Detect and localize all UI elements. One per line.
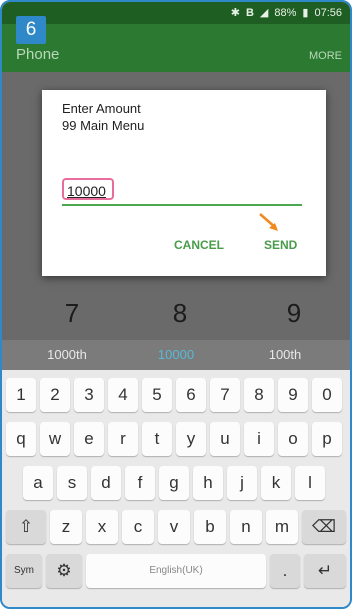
key-9[interactable]: 9 — [278, 378, 308, 412]
shift-icon: ⇧ — [18, 517, 34, 536]
key-a[interactable]: a — [23, 466, 53, 500]
battery-percent: 88% — [274, 6, 297, 19]
backspace-icon: ⌫ — [311, 517, 337, 536]
key-y[interactable]: y — [176, 422, 206, 456]
cancel-button[interactable]: CANCEL — [174, 238, 224, 252]
key-sym[interactable]: Sym — [6, 554, 42, 588]
key-t[interactable]: t — [142, 422, 172, 456]
key-h[interactable]: h — [193, 466, 223, 500]
dialog-title-line2: 99 Main Menu — [62, 118, 145, 133]
key-p[interactable]: p — [312, 422, 342, 456]
nfc-icon: B — [245, 6, 254, 19]
suggestion-middle[interactable]: 10000 — [121, 347, 231, 362]
enter-icon: ↵ — [317, 561, 333, 580]
key-n[interactable]: n — [230, 510, 262, 544]
keyboard: 1 2 3 4 5 6 7 8 9 0 q w e r t y u i o p … — [2, 370, 350, 607]
suggestion-right[interactable]: 100th — [230, 347, 340, 362]
key-x[interactable]: x — [86, 510, 118, 544]
key-0[interactable]: 0 — [312, 378, 342, 412]
key-space[interactable]: English(UK) — [86, 554, 266, 588]
clock: 07:56 — [314, 6, 342, 19]
bluetooth-icon: ✱ — [230, 7, 240, 19]
key-5[interactable]: 5 — [142, 378, 172, 412]
key-j[interactable]: j — [227, 466, 257, 500]
key-v[interactable]: v — [158, 510, 190, 544]
key-7[interactable]: 7 — [210, 378, 240, 412]
dialpad-key-9[interactable]: 9 — [264, 298, 324, 329]
key-s[interactable]: s — [57, 466, 87, 500]
keyboard-row-qwerty: q w e r t y u i o p — [2, 422, 350, 456]
keyboard-row-asdf: a s d f g h j k l — [2, 466, 350, 500]
dialog-title-line1: Enter Amount — [62, 101, 141, 116]
key-f[interactable]: f — [125, 466, 155, 500]
send-button[interactable]: SEND — [264, 238, 297, 252]
status-icons: ✱ B ◢ 88% ▮ 07:56 — [230, 6, 342, 20]
dialpad-key-7[interactable]: 7 — [42, 298, 102, 329]
gear-icon: ⚙ — [56, 561, 72, 580]
key-2[interactable]: 2 — [40, 378, 70, 412]
suggestion-left[interactable]: 1000th — [12, 347, 122, 362]
more-button[interactable]: MORE — [309, 50, 342, 62]
keyboard-row-numbers: 1 2 3 4 5 6 7 8 9 0 — [2, 378, 350, 412]
key-i[interactable]: i — [244, 422, 274, 456]
signal-icon: ◢ — [259, 7, 269, 19]
battery-icon: ▮ — [302, 7, 309, 19]
key-c[interactable]: c — [122, 510, 154, 544]
key-d[interactable]: d — [91, 466, 121, 500]
key-period[interactable]: . — [270, 554, 300, 588]
key-e[interactable]: e — [74, 422, 104, 456]
app-title: Phone — [16, 46, 60, 63]
dialog-message: Enter Amount 99 Main Menu — [62, 100, 144, 134]
key-backspace[interactable]: ⌫ — [302, 510, 346, 544]
key-k[interactable]: k — [261, 466, 291, 500]
key-b[interactable]: b — [194, 510, 226, 544]
app-bar: Phone MORE — [2, 24, 350, 72]
key-g[interactable]: g — [159, 466, 189, 500]
amount-input[interactable]: 10000 — [62, 178, 114, 200]
key-w[interactable]: w — [40, 422, 70, 456]
step-badge: 6 — [16, 16, 46, 44]
key-u[interactable]: u — [210, 422, 240, 456]
status-bar: ✱ B ◢ 88% ▮ 07:56 — [2, 2, 350, 24]
key-3[interactable]: 3 — [74, 378, 104, 412]
keyboard-row-bottom: Sym ⚙ English(UK) . ↵ — [2, 554, 350, 588]
dialpad-row: 7 8 9 — [2, 298, 350, 338]
key-4[interactable]: 4 — [108, 378, 138, 412]
input-underline — [62, 204, 302, 206]
enter-amount-dialog: Enter Amount 99 Main Menu 10000 CANCEL S… — [42, 90, 326, 276]
key-q[interactable]: q — [6, 422, 36, 456]
key-enter[interactable]: ↵ — [304, 554, 346, 588]
key-z[interactable]: z — [50, 510, 82, 544]
key-o[interactable]: o — [278, 422, 308, 456]
suggestion-bar: 1000th 10000 100th — [2, 340, 350, 370]
key-l[interactable]: l — [295, 466, 325, 500]
key-m[interactable]: m — [266, 510, 298, 544]
key-shift[interactable]: ⇧ — [6, 510, 46, 544]
pointer-arrow-icon — [259, 213, 278, 231]
key-r[interactable]: r — [108, 422, 138, 456]
key-6[interactable]: 6 — [176, 378, 206, 412]
key-8[interactable]: 8 — [244, 378, 274, 412]
phone-frame: ✱ B ◢ 88% ▮ 07:56 Phone MORE Enter Amoun… — [0, 0, 352, 609]
keyboard-row-zxcv: ⇧ z x c v b n m ⌫ — [2, 510, 350, 544]
dialpad-key-8[interactable]: 8 — [150, 298, 210, 329]
key-settings[interactable]: ⚙ — [46, 554, 82, 588]
key-1[interactable]: 1 — [6, 378, 36, 412]
